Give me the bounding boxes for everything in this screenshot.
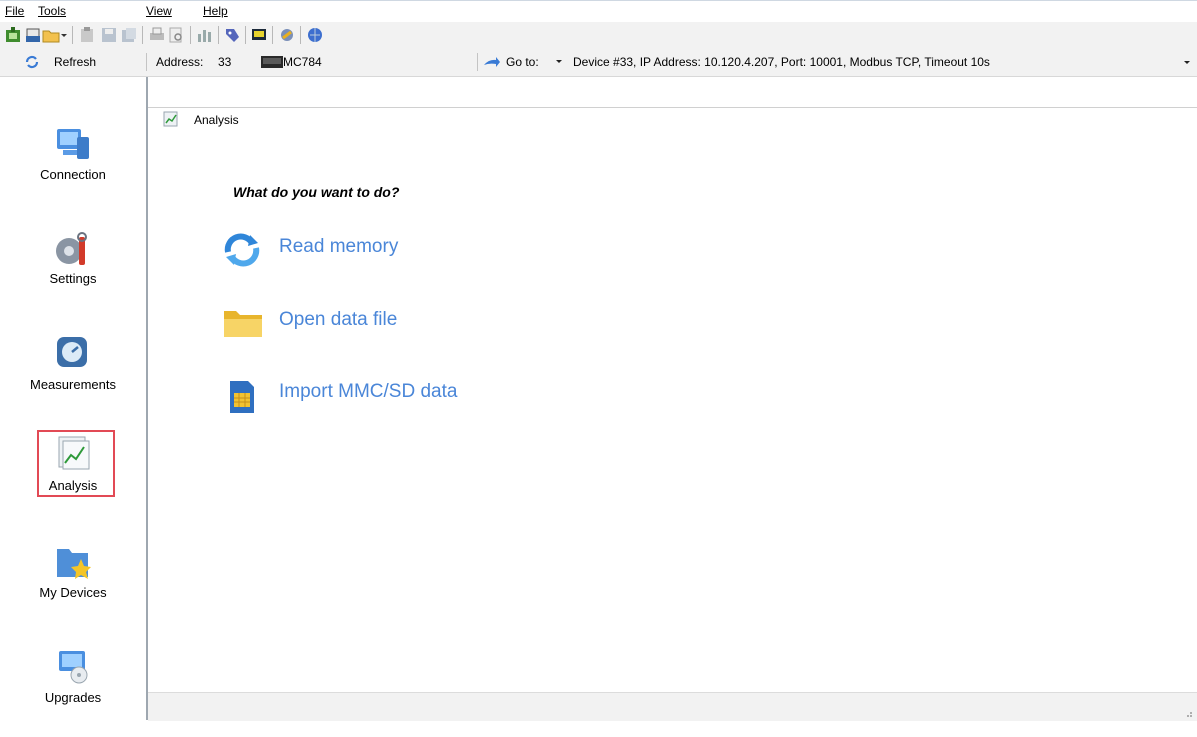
question-heading: What do you want to do? bbox=[233, 184, 400, 200]
open-data-file-action[interactable]: Open data file bbox=[220, 303, 440, 343]
folder-icon bbox=[224, 311, 262, 337]
sidebar-item-upgrades[interactable]: Upgrades bbox=[0, 647, 146, 737]
menu-view[interactable]: View bbox=[146, 4, 172, 18]
breadcrumb: Analysis bbox=[148, 107, 1197, 132]
address-label: Address: bbox=[156, 55, 204, 69]
import-mmc-sd-action[interactable]: Import MMC/SD data bbox=[220, 375, 500, 415]
save-as-icon[interactable] bbox=[120, 26, 138, 44]
open-folder-icon[interactable] bbox=[42, 26, 60, 44]
my-devices-icon bbox=[57, 549, 91, 579]
goto-button[interactable]: Go to: bbox=[506, 55, 539, 69]
sd-card-icon bbox=[230, 381, 254, 413]
import-mmc-sd-link[interactable]: Import MMC/SD data bbox=[279, 381, 457, 403]
read-memory-link[interactable]: Read memory bbox=[279, 236, 398, 258]
open-data-file-link[interactable]: Open data file bbox=[279, 309, 397, 331]
menu-bar: File Tools View Help bbox=[0, 0, 1197, 23]
help-globe-icon[interactable] bbox=[306, 26, 324, 44]
address-value[interactable]: 33 bbox=[218, 55, 231, 69]
config-tool-icon[interactable] bbox=[278, 26, 296, 44]
upgrades-icon bbox=[59, 651, 88, 684]
tag-icon[interactable] bbox=[223, 26, 241, 44]
dropdown-arrow-icon[interactable] bbox=[59, 26, 69, 44]
connection-dropdown-icon[interactable] bbox=[1183, 59, 1191, 67]
print-connection-icon[interactable] bbox=[24, 26, 42, 44]
chart-bars-icon[interactable] bbox=[196, 26, 214, 44]
print-preview-icon[interactable] bbox=[167, 26, 185, 44]
sidebar-item-analysis[interactable]: Analysis bbox=[0, 430, 146, 523]
display-icon[interactable] bbox=[250, 26, 268, 44]
goto-arrow-icon[interactable] bbox=[483, 56, 501, 68]
analysis-small-icon bbox=[163, 111, 178, 127]
resize-grip-icon[interactable] bbox=[1183, 708, 1193, 718]
device-model: MC784 bbox=[283, 55, 322, 69]
read-memory-action[interactable]: Read memory bbox=[220, 230, 440, 270]
address-bar: Refresh Address: 33 MC784 Go to: Device … bbox=[0, 48, 1197, 77]
sidebar-item-measurements[interactable]: Measurements bbox=[0, 333, 146, 423]
measurements-icon bbox=[57, 337, 87, 367]
settings-icon bbox=[56, 232, 87, 265]
sidebar-item-my-devices[interactable]: My Devices bbox=[0, 543, 146, 633]
refresh-button[interactable]: Refresh bbox=[54, 55, 96, 69]
sidebar-item-settings[interactable]: Settings bbox=[0, 229, 146, 319]
device-icon bbox=[261, 56, 283, 68]
sidebar: Connection Settings Measurements Analysi… bbox=[0, 77, 148, 720]
save-icon[interactable] bbox=[100, 26, 118, 44]
new-connection-icon[interactable] bbox=[4, 26, 22, 44]
status-bar bbox=[148, 692, 1197, 721]
toolbar bbox=[0, 22, 1197, 49]
refresh-icon[interactable] bbox=[24, 54, 40, 70]
connection-icon bbox=[57, 129, 89, 159]
goto-dropdown-icon[interactable] bbox=[555, 58, 563, 66]
menu-file[interactable]: File bbox=[5, 4, 24, 18]
connection-info[interactable]: Device #33, IP Address: 10.120.4.207, Po… bbox=[573, 55, 990, 69]
refresh-arrows-icon bbox=[224, 233, 260, 267]
printer-icon[interactable] bbox=[148, 26, 166, 44]
page-title: Analysis bbox=[194, 113, 239, 127]
menu-tools[interactable]: Tools bbox=[38, 4, 66, 18]
menu-help[interactable]: Help bbox=[203, 4, 228, 18]
sidebar-item-connection[interactable]: Connection bbox=[0, 125, 146, 215]
clipboard-icon[interactable] bbox=[78, 26, 96, 44]
